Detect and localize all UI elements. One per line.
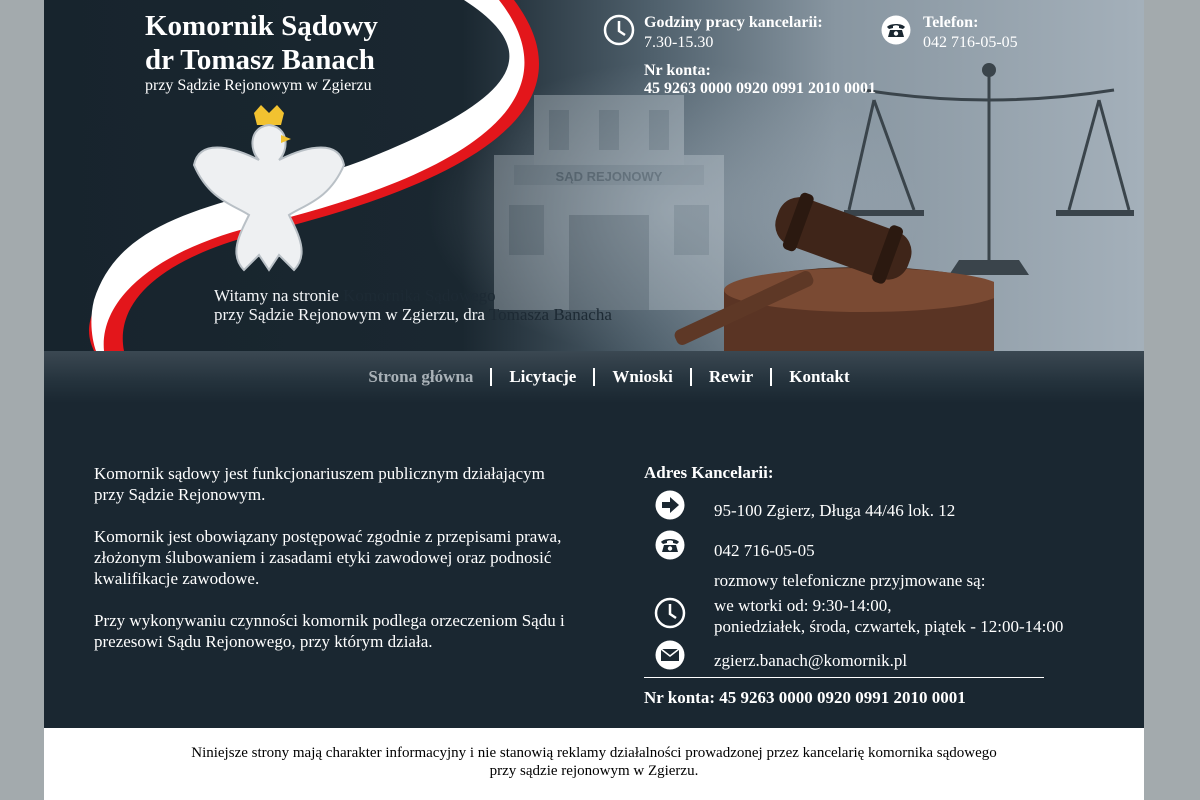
- welcome-line1: Witamy na stronie: [214, 286, 344, 305]
- calls-hours-1: we wtorki od: 9:30-14:00,: [714, 596, 892, 615]
- envelope-icon: [655, 640, 685, 670]
- account-label: Nr konta:: [644, 62, 711, 79]
- clock-icon: [654, 597, 686, 629]
- nav-item-home[interactable]: Strona główna: [351, 368, 490, 386]
- phone-value: 042 716-05-05: [923, 34, 1018, 51]
- phone-icon: [881, 15, 911, 45]
- gavel-image: [674, 192, 994, 351]
- email-link[interactable]: zgierz.banach@komornik.pl: [714, 650, 907, 671]
- phone-text: 042 716-05-05: [714, 541, 815, 560]
- nav-item-auctions[interactable]: Licytacje: [490, 368, 593, 386]
- account-value: 45 9263 0000 0920 0991 2010 0001: [644, 80, 876, 97]
- address-text: 95-100 Zgierz, Długa 44/46 lok. 12: [714, 501, 956, 520]
- calls-hours-2: poniedziałek, środa, czwartek, piątek - …: [714, 617, 1064, 636]
- page-container: SĄD REJONOWY Komornik Sądowy dr Tomasz B…: [44, 0, 1144, 800]
- welcome-line2: przy Sądzie Rejonowym w Zgierzu, dra: [214, 305, 489, 324]
- site-title-line2: dr Tomasz Banach: [145, 44, 375, 76]
- header-banner: SĄD REJONOWY Komornik Sądowy dr Tomasz B…: [44, 0, 1144, 351]
- footer-line1: Niniejsze strony mają charakter informac…: [191, 745, 997, 761]
- white-eagle-emblem: [192, 105, 346, 272]
- footer-line2: przy sądzie rejonowym w Zgierzu.: [489, 763, 699, 779]
- calls-note: rozmowy telefoniczne przyjmowane są:: [714, 571, 986, 590]
- bank-account: Nr konta: 45 9263 0000 0920 0991 2010 00…: [644, 688, 966, 707]
- divider: [644, 677, 1044, 678]
- site-title-line1: Komornik Sądowy: [145, 10, 378, 42]
- welcome-highlight2: Tomasza Banacha: [488, 305, 612, 324]
- hours-label: Godziny pracy kancelarii:: [644, 14, 823, 31]
- arrow-right-icon: [655, 490, 685, 520]
- intro-paragraph-1: Komornik sądowy jest funkcjonariuszem pu…: [94, 464, 545, 504]
- footer: Niniejsze strony mają charakter informac…: [44, 728, 1144, 800]
- phone-icon: [655, 530, 685, 560]
- hours-value: 7.30-15.30: [644, 34, 714, 51]
- clock-icon: [603, 14, 635, 46]
- welcome-highlight1: Komornika Sądowego: [343, 286, 496, 305]
- nav-item-district[interactable]: Rewir: [689, 368, 770, 386]
- phone-label: Telefon:: [923, 14, 979, 31]
- site-subtitle: przy Sądzie Rejonowym w Zgierzu: [145, 77, 372, 94]
- intro-paragraph-2: Komornik jest obowiązany postępować zgod…: [94, 527, 562, 588]
- welcome-text: Witamy na stronie Komornika Sądowego prz…: [214, 286, 612, 324]
- intro-paragraph-3: Przy wykonywaniu czynności komornik podl…: [94, 611, 565, 651]
- nav-item-applications[interactable]: Wnioski: [593, 368, 689, 386]
- nav-item-contact[interactable]: Kontakt: [770, 368, 866, 386]
- intro-text: Komornik sądowy jest funkcjonariuszem pu…: [94, 463, 574, 673]
- main-nav: Strona główna Licytacje Wnioski Rewir Ko…: [44, 351, 1144, 403]
- address-title: Adres Kancelarii:: [644, 463, 774, 482]
